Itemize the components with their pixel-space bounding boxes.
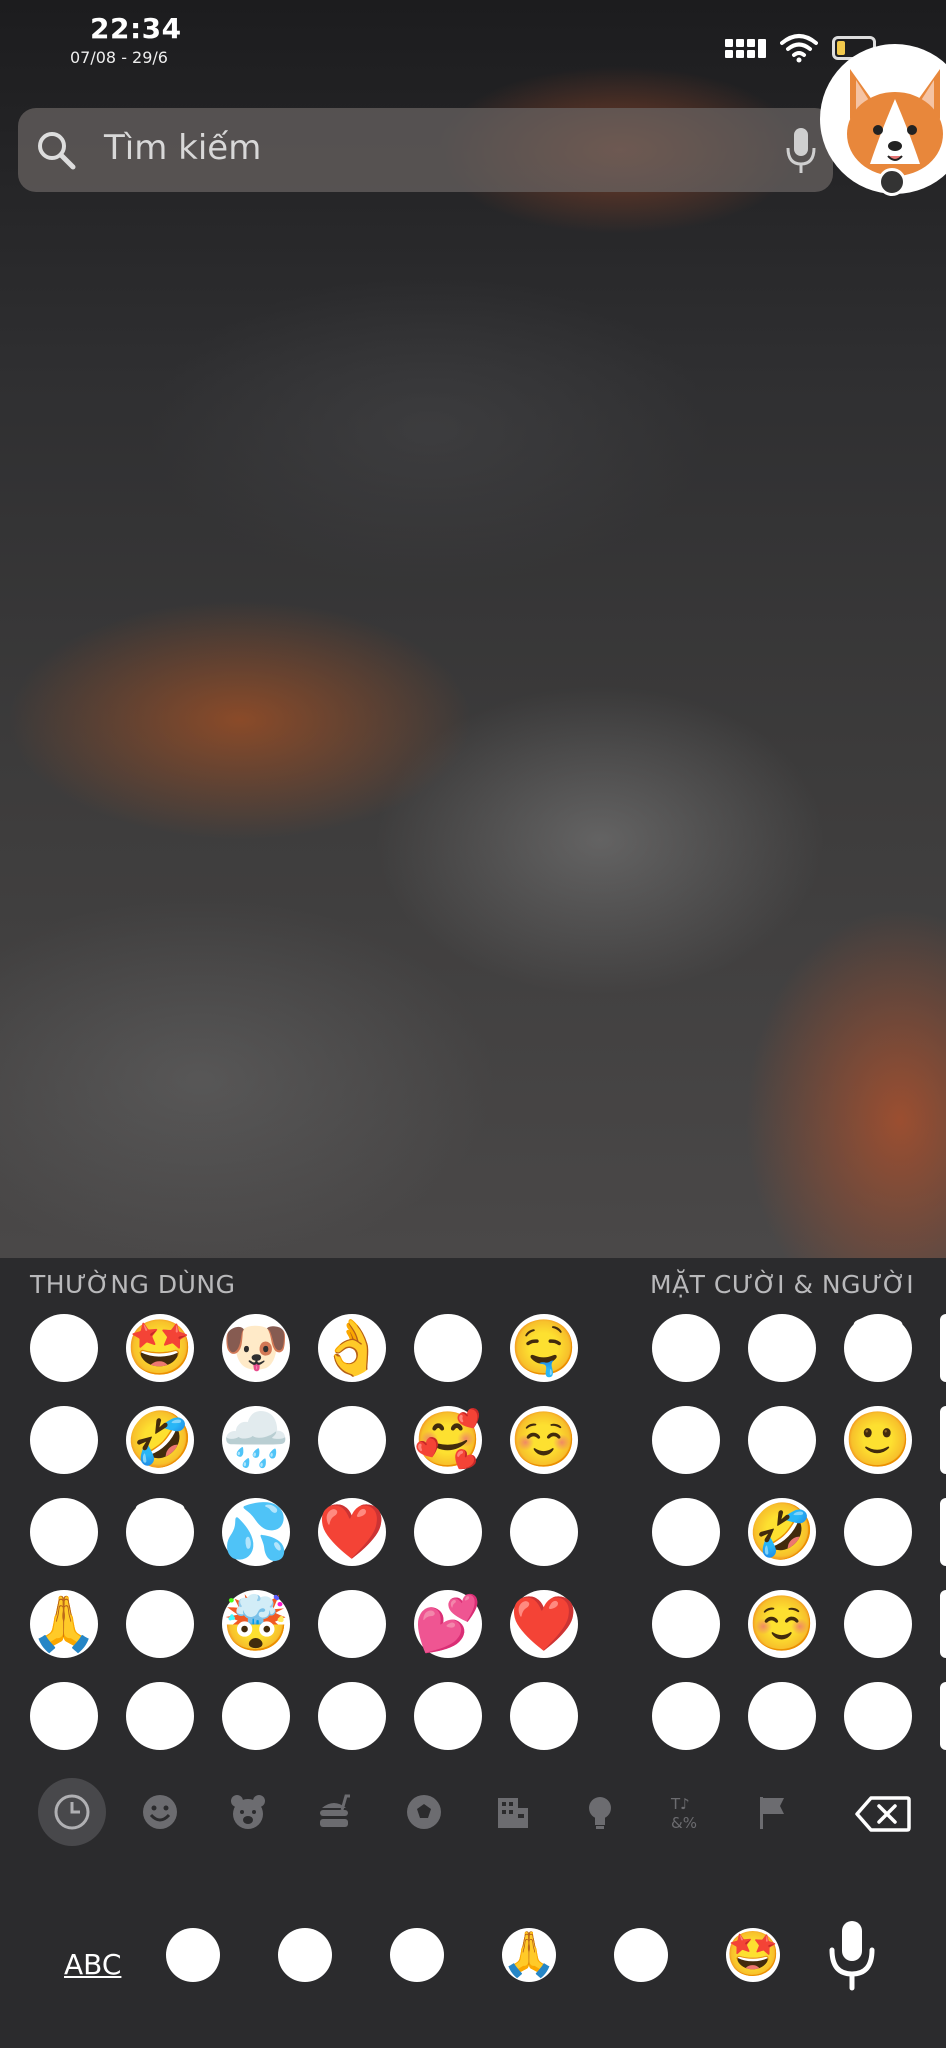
emoji-key[interactable]: 🙂 — [844, 1406, 912, 1474]
emoji-key[interactable]: 😂 — [30, 1314, 98, 1382]
emoji-key[interactable]: 😇 — [126, 1498, 194, 1566]
status-date: 07/08 - 29/6 — [70, 48, 168, 67]
recent-emoji-key[interactable]: 😅 — [390, 1928, 444, 1982]
food-icon[interactable] — [302, 1778, 370, 1846]
emoji-key[interactable]: 🤣 — [126, 1406, 194, 1474]
emoji-key[interactable]: 😁 — [318, 1406, 386, 1474]
emoji-key[interactable]: 😊 — [748, 1682, 816, 1750]
lightbulb-icon[interactable] — [566, 1778, 634, 1846]
svg-text:&%: &% — [671, 1814, 697, 1832]
soccer-ball-icon[interactable] — [390, 1778, 458, 1846]
wifi-icon — [780, 34, 818, 63]
emoji-key[interactable]: ❤️ — [510, 1590, 578, 1658]
category-bar: T♪ &% — [0, 1778, 946, 1860]
emoji-key[interactable]: 🌧️ — [222, 1406, 290, 1474]
emoji-key[interactable]: 🥰 — [414, 1406, 482, 1474]
recent-emoji-key[interactable]: 😔 — [614, 1928, 668, 1982]
recent-emoji-key[interactable]: 🤩 — [726, 1928, 780, 1982]
emoji-key[interactable]: 😅 — [748, 1314, 816, 1382]
section-frequent-label: THƯỜNG DÙNG — [30, 1270, 236, 1299]
emoji-key[interactable]: 😎 — [30, 1406, 98, 1474]
emoji-key-clipped[interactable] — [940, 1682, 946, 1750]
clock-icon[interactable] — [38, 1778, 106, 1846]
smiley-icon[interactable] — [126, 1778, 194, 1846]
svg-text:T♪: T♪ — [670, 1795, 690, 1813]
emoji-key[interactable]: 😁 — [652, 1498, 720, 1566]
emoji-key[interactable]: 🙃 — [844, 1498, 912, 1566]
emoji-key-clipped[interactable] — [940, 1498, 946, 1566]
flag-icon[interactable] — [738, 1778, 806, 1846]
emoji-key[interactable]: 😌 — [844, 1682, 912, 1750]
emoji-key[interactable]: 😀 — [652, 1314, 720, 1382]
emoji-key[interactable]: 😃 — [652, 1406, 720, 1474]
signal-icon — [725, 38, 766, 58]
emoji-key[interactable]: 😘 — [318, 1682, 386, 1750]
emoji-key[interactable]: 😍 — [222, 1682, 290, 1750]
search-bar[interactable]: Tìm kiếm — [18, 108, 833, 192]
emoji-key-clipped[interactable] — [940, 1590, 946, 1658]
emoji-key[interactable]: 😂 — [748, 1406, 816, 1474]
emoji-key[interactable]: 👌 — [318, 1314, 386, 1382]
emoji-key[interactable]: 🤤 — [510, 1314, 578, 1382]
section-smileys-label: MẶT CƯỜI & NGƯỜI — [650, 1270, 915, 1299]
emoji-key[interactable]: ☺️ — [510, 1406, 578, 1474]
emoji-key[interactable]: 😆 — [652, 1682, 720, 1750]
abc-keyboard-switch[interactable]: ABC — [64, 1948, 121, 1981]
recent-emoji-key[interactable]: 🙏 — [502, 1928, 556, 1982]
emoji-key[interactable]: 🤯 — [222, 1590, 290, 1658]
bear-icon[interactable] — [214, 1778, 282, 1846]
symbols-icon[interactable]: T♪ &% — [654, 1778, 722, 1846]
microphone-icon[interactable] — [826, 1918, 878, 1992]
microphone-icon[interactable] — [783, 126, 819, 176]
emoji-key[interactable]: ☺️ — [748, 1590, 816, 1658]
emoji-key[interactable]: 😇 — [844, 1314, 912, 1382]
emoji-key[interactable]: ❤️ — [318, 1498, 386, 1566]
emoji-key[interactable]: 😀 — [126, 1590, 194, 1658]
emoji-key[interactable]: 🙏 — [30, 1590, 98, 1658]
backspace-icon[interactable] — [855, 1795, 911, 1833]
emoji-key[interactable]: 😌 — [126, 1682, 194, 1750]
emoji-key[interactable]: 😗 — [414, 1314, 482, 1382]
emoji-key-clipped[interactable] — [940, 1406, 946, 1474]
emoji-key[interactable]: 😂 — [510, 1498, 578, 1566]
emoji-key[interactable]: 😁 — [652, 1590, 720, 1658]
emoji-key[interactable]: 😉 — [844, 1590, 912, 1658]
emoji-key-clipped[interactable] — [940, 1314, 946, 1382]
recent-emoji-key[interactable]: 😎 — [278, 1928, 332, 1982]
emoji-key[interactable]: 😍 — [510, 1682, 578, 1750]
emoji-key[interactable]: 💦 — [222, 1498, 290, 1566]
emoji-key[interactable]: 😔 — [30, 1682, 98, 1750]
emoji-key[interactable]: 😭 — [414, 1682, 482, 1750]
emoji-key[interactable]: 💕 — [414, 1590, 482, 1658]
emoji-key[interactable]: 🙃 — [414, 1498, 482, 1566]
emoji-key[interactable]: 😅 — [30, 1498, 98, 1566]
building-icon[interactable] — [478, 1778, 546, 1846]
emoji-key[interactable]: 🤩 — [126, 1314, 194, 1382]
emoji-key[interactable]: 😊 — [318, 1590, 386, 1658]
emoji-key[interactable]: 🤣 — [748, 1498, 816, 1566]
recent-emoji-key[interactable]: 😂 — [166, 1928, 220, 1982]
search-input[interactable]: Tìm kiếm — [104, 128, 261, 168]
emoji-key[interactable]: 🐶 — [222, 1314, 290, 1382]
camera-icon[interactable] — [878, 168, 906, 196]
status-time: 22:34 — [90, 12, 182, 45]
search-icon — [38, 132, 76, 170]
